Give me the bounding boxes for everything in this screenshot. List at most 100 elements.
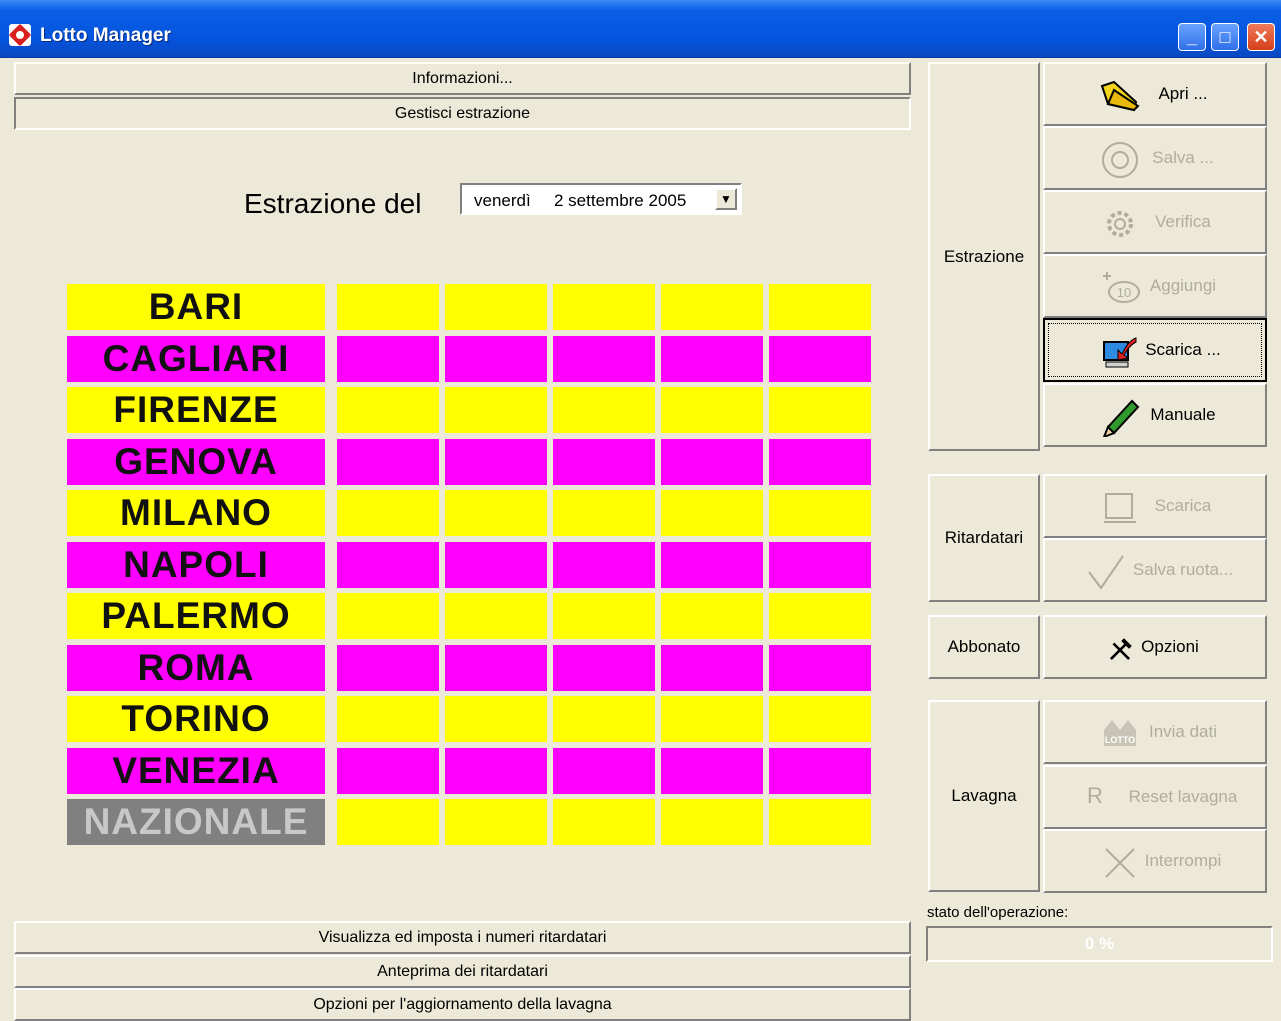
draw-date-label: Estrazione del <box>244 188 422 219</box>
send-data-label: Invia dati <box>1148 722 1218 741</box>
open-button[interactable]: Apri ... <box>1043 62 1267 126</box>
number-cell[interactable] <box>445 542 547 588</box>
title-bar[interactable]: Lotto Manager _ □ ✕ <box>0 0 1281 58</box>
manage-draw-bar[interactable]: Gestisci estrazione <box>14 97 911 130</box>
number-cell[interactable] <box>337 542 439 588</box>
number-cell[interactable] <box>445 439 547 485</box>
options-label: Opzioni <box>1141 637 1199 656</box>
number-cell[interactable] <box>553 336 655 382</box>
app-window: Lotto Manager _ □ ✕ Informazioni... Gest… <box>0 0 1281 1021</box>
number-cell[interactable] <box>445 748 547 794</box>
save-wheel-label: Salva ruota... <box>1132 560 1234 579</box>
number-cell[interactable] <box>769 490 871 536</box>
number-cell[interactable] <box>337 696 439 742</box>
city-label: MILANO <box>67 490 325 536</box>
verify-button[interactable]: Verifica <box>1043 190 1267 254</box>
number-cell[interactable] <box>661 645 763 691</box>
download-button[interactable]: Scarica ... <box>1043 318 1267 382</box>
number-cell[interactable] <box>769 645 871 691</box>
number-cell[interactable] <box>553 696 655 742</box>
number-cell[interactable] <box>445 284 547 330</box>
number-cell[interactable] <box>445 799 547 845</box>
number-cell[interactable] <box>445 645 547 691</box>
number-cell[interactable] <box>445 593 547 639</box>
city-label: FIRENZE <box>67 387 325 433</box>
number-cell[interactable] <box>553 490 655 536</box>
reset-board-button[interactable]: R Reset lavagna <box>1043 765 1267 829</box>
send-data-button[interactable]: LOTTO Invia dati <box>1043 700 1267 764</box>
maximize-button[interactable]: □ <box>1211 23 1239 51</box>
number-cell[interactable] <box>553 387 655 433</box>
interrupt-label: Interrompi <box>1144 851 1222 870</box>
number-cell[interactable] <box>661 593 763 639</box>
interrupt-button[interactable]: Interrompi <box>1043 829 1267 893</box>
number-cell[interactable] <box>553 645 655 691</box>
number-cell[interactable] <box>769 336 871 382</box>
city-label: VENEZIA <box>67 748 325 794</box>
number-cell[interactable] <box>661 284 763 330</box>
number-cell[interactable] <box>661 387 763 433</box>
number-cell[interactable] <box>769 593 871 639</box>
number-cell[interactable] <box>661 490 763 536</box>
number-cell[interactable] <box>337 799 439 845</box>
number-cell[interactable] <box>337 748 439 794</box>
number-cell[interactable] <box>769 799 871 845</box>
number-cell[interactable] <box>445 696 547 742</box>
number-cell[interactable] <box>661 799 763 845</box>
number-cell[interactable] <box>337 593 439 639</box>
number-cell[interactable] <box>337 645 439 691</box>
number-cell[interactable] <box>661 696 763 742</box>
city-label: CAGLIARI <box>67 336 325 382</box>
board-options-bar[interactable]: Opzioni per l'aggiornamento della lavagn… <box>14 988 911 1021</box>
verify-label: Verifica <box>1155 212 1211 231</box>
number-cell[interactable] <box>337 439 439 485</box>
add-label: Aggiungi <box>1149 276 1217 295</box>
number-cell[interactable] <box>553 799 655 845</box>
options-button[interactable]: Opzioni <box>1043 615 1267 679</box>
late-preview-bar[interactable]: Anteprima dei ritardatari <box>14 955 911 988</box>
date-value: 2 settembre 2005 <box>554 191 687 210</box>
city-label: NAZIONALE <box>67 799 325 845</box>
number-cell[interactable] <box>553 593 655 639</box>
number-cell[interactable] <box>769 696 871 742</box>
number-cell[interactable] <box>337 284 439 330</box>
number-cell[interactable] <box>553 748 655 794</box>
number-cell[interactable] <box>769 542 871 588</box>
window-title: Lotto Manager <box>40 25 171 46</box>
number-cell[interactable] <box>769 387 871 433</box>
number-cell[interactable] <box>661 439 763 485</box>
number-cell[interactable] <box>661 336 763 382</box>
number-cell[interactable] <box>661 542 763 588</box>
info-bar[interactable]: Informazioni... <box>14 62 911 95</box>
number-cell[interactable] <box>337 490 439 536</box>
save-button[interactable]: Salva ... <box>1043 126 1267 190</box>
draw-date-select[interactable]: venerdì 2 settembre 2005 ▼ <box>460 183 742 215</box>
app-logo-icon <box>9 24 31 46</box>
manual-label: Manuale <box>1150 405 1216 424</box>
number-cell[interactable] <box>337 336 439 382</box>
number-cell[interactable] <box>337 387 439 433</box>
add-button[interactable]: 10 Aggiungi <box>1043 254 1267 318</box>
group-lavagna: Lavagna <box>928 700 1040 892</box>
status-label: stato dell'operazione: <box>927 904 1069 921</box>
manual-button[interactable]: Manuale <box>1043 383 1267 447</box>
number-cell[interactable] <box>445 387 547 433</box>
number-cell[interactable] <box>661 748 763 794</box>
number-cell[interactable] <box>553 542 655 588</box>
group-abbonato: Abbonato <box>928 615 1040 679</box>
download-label: Scarica ... <box>1145 340 1221 359</box>
save-wheel-button[interactable]: Salva ruota... <box>1043 538 1267 602</box>
close-button[interactable]: ✕ <box>1247 23 1275 51</box>
group-ritardatari: Ritardatari <box>928 474 1040 602</box>
chevron-down-icon[interactable]: ▼ <box>715 188 737 210</box>
number-cell[interactable] <box>553 439 655 485</box>
number-cell[interactable] <box>553 284 655 330</box>
number-cell[interactable] <box>769 748 871 794</box>
number-cell[interactable] <box>445 490 547 536</box>
late-numbers-bar[interactable]: Visualizza ed imposta i numeri ritardata… <box>14 921 911 954</box>
late-download-button[interactable]: Scarica <box>1043 474 1267 538</box>
minimize-button[interactable]: _ <box>1178 23 1206 51</box>
number-cell[interactable] <box>445 336 547 382</box>
number-cell[interactable] <box>769 439 871 485</box>
number-cell[interactable] <box>769 284 871 330</box>
